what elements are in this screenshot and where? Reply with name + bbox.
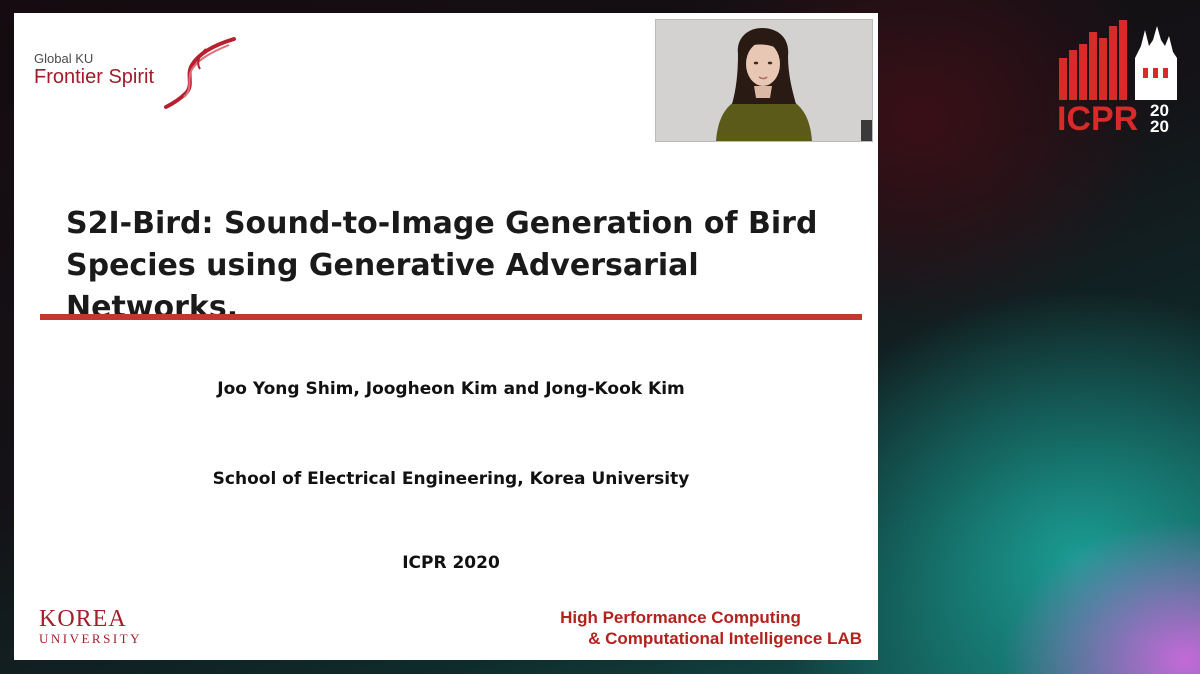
title-divider [40, 314, 862, 320]
korea-logo-bottom: UNIVERSITY [39, 631, 142, 646]
logo-small-text: Global KU [34, 51, 94, 66]
korea-university-logo: KOREA UNIVERSITY [39, 606, 142, 646]
korea-logo-top: KOREA [39, 606, 127, 632]
icpr-2020-logo: ICPR 20 20 [1057, 20, 1177, 134]
presenter-video [656, 20, 872, 141]
lab-line-1: High Performance Computing [560, 608, 801, 627]
global-ku-logo: Global KU Frontier Spirit [34, 35, 236, 117]
title-line-1: S2I-Bird: Sound-to-Image Generation of B… [66, 206, 818, 241]
webcam-feed [655, 19, 873, 142]
authors-text: Joo Yong Shim, Joogheon Kim and Jong-Koo… [217, 379, 685, 399]
icpr-logo-text: ICPR [1057, 100, 1138, 134]
lab-line-2: & Computational Intelligence LAB [588, 629, 862, 648]
conference-text: ICPR 2020 [402, 553, 500, 573]
ribbon-icon [164, 37, 236, 109]
affiliation-text: School of Electrical Engineering, Korea … [212, 469, 690, 489]
slide-title: S2I-Bird: Sound-to-Image Generation of B… [66, 203, 856, 329]
icpr-year-bottom: 20 [1150, 117, 1169, 134]
logo-big-text: Frontier Spirit [34, 66, 155, 88]
lab-name: High Performance Computing & Computation… [560, 607, 862, 649]
